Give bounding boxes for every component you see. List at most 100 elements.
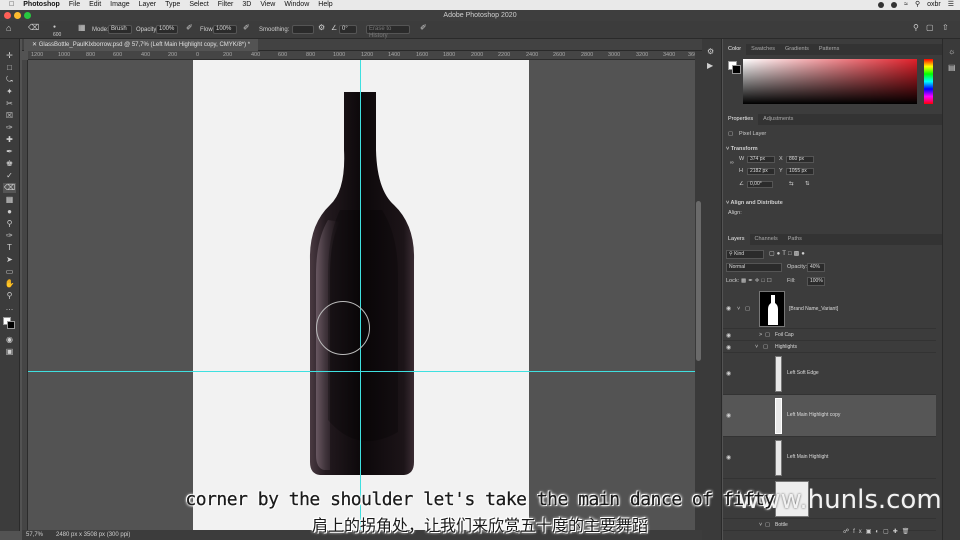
zoom-tool-icon[interactable]: ⚲ — [3, 291, 16, 301]
path-select-tool-icon[interactable]: ➤ — [3, 255, 16, 265]
brush-tool-icon[interactable]: ✒ — [3, 147, 16, 157]
more-tools-icon[interactable]: … — [3, 303, 16, 313]
quick-mask-icon[interactable]: ◉ — [3, 335, 16, 345]
tab-swatches[interactable]: Swatches — [746, 44, 780, 55]
hue-slider[interactable] — [924, 59, 933, 104]
expand-group-icon[interactable]: ˅ — [737, 306, 740, 313]
layer-filter-icons[interactable]: ▢●T□▩● — [769, 251, 807, 258]
eyedropper-tool-icon[interactable]: ✑ — [3, 123, 16, 133]
layer-row[interactable]: ◉ Left Soft Edge — [723, 353, 936, 395]
horizontal-guide[interactable] — [28, 371, 695, 372]
history-brush-tool-icon[interactable]: ✓ — [3, 171, 16, 181]
width-field[interactable]: 374 px — [747, 156, 775, 163]
type-tool-icon[interactable]: T — [3, 243, 16, 253]
y-field[interactable]: 1055 px — [786, 168, 814, 175]
scrollbar-thumb[interactable] — [696, 201, 701, 361]
horizontal-ruler[interactable]: 1200 1000 800 600 400 200 0 200 400 600 … — [28, 51, 695, 60]
layer-opacity-input[interactable]: 40% — [807, 263, 825, 272]
menu-edit[interactable]: Edit — [89, 0, 101, 10]
quick-select-tool-icon[interactable]: ✦ — [3, 87, 16, 97]
menu-help[interactable]: Help — [318, 0, 332, 10]
wifi-icon[interactable]: ≈ — [904, 0, 908, 10]
frame-tool-icon[interactable]: ☒ — [3, 111, 16, 121]
menu-layer[interactable]: Layer — [139, 0, 157, 10]
smoothing-input[interactable] — [292, 25, 314, 34]
dodge-tool-icon[interactable]: ⚲ — [3, 219, 16, 229]
visibility-eye-icon[interactable]: ◉ — [726, 412, 731, 419]
home-icon[interactable]: ⌂ — [6, 24, 11, 33]
smoothing-settings-icon[interactable]: ⚙ — [318, 24, 325, 32]
record-icon[interactable] — [878, 2, 885, 8]
tab-patterns[interactable]: Patterns — [814, 44, 844, 55]
flip-vertical-icon[interactable]: ⇅ — [805, 181, 810, 188]
minimize-window-icon[interactable] — [14, 12, 21, 19]
tab-paths[interactable]: Paths — [783, 234, 807, 245]
brush-settings-icon[interactable]: ▦ — [78, 24, 86, 32]
x-field[interactable]: 860 px — [786, 156, 814, 163]
fill-input[interactable]: 100% — [807, 277, 825, 286]
visibility-eye-icon[interactable]: ◉ — [726, 332, 731, 339]
menu-type[interactable]: Type — [165, 0, 180, 10]
tab-gradients[interactable]: Gradients — [780, 44, 814, 55]
menu-window[interactable]: Window — [284, 0, 309, 10]
menu-select[interactable]: Select — [189, 0, 208, 10]
vertical-guide[interactable] — [360, 60, 361, 530]
flip-horizontal-icon[interactable]: ⇆ — [789, 181, 794, 188]
erase-to-history-checkbox[interactable]: Erase to History — [366, 25, 410, 39]
workspace-icon[interactable]: ▢ — [926, 24, 934, 32]
marquee-tool-icon[interactable]: □ — [3, 63, 16, 73]
layer-row[interactable]: ◉ ˅ ▢ [Brand Name_Variant] — [723, 289, 936, 329]
share-icon[interactable]: ⇧ — [942, 24, 949, 32]
opacity-input[interactable]: 100% — [156, 25, 178, 34]
history-panel-icon[interactable]: ⚙ — [707, 47, 714, 56]
rotation-field[interactable]: 0,00° — [747, 181, 773, 188]
expand-group-icon[interactable]: ˅ — [755, 344, 758, 351]
menu-file[interactable]: File — [69, 0, 80, 10]
menubar-user[interactable]: oxbr — [927, 0, 941, 10]
menu-image[interactable]: Image — [110, 0, 129, 10]
background-color-swatch[interactable] — [7, 321, 15, 329]
visibility-eye-icon[interactable]: ◉ — [726, 370, 731, 377]
eraser-tool-icon[interactable]: ⌫ — [3, 183, 16, 193]
menu-view[interactable]: View — [260, 0, 275, 10]
crop-tool-icon[interactable]: ✂ — [3, 99, 16, 109]
healing-tool-icon[interactable]: ✚ — [3, 135, 16, 145]
canvas-area[interactable] — [28, 60, 695, 530]
layer-row-selected[interactable]: ◉ Left Main Highlight copy — [723, 395, 936, 437]
hand-tool-icon[interactable]: ✋ — [3, 279, 16, 289]
color-picker-field[interactable] — [743, 59, 917, 104]
layer-row[interactable]: ◉ Left Main Highlight — [723, 437, 936, 479]
tab-adjustments[interactable]: Adjustments — [758, 114, 798, 125]
learn-icon[interactable]: ☼ — [948, 47, 955, 56]
stamp-tool-icon[interactable]: ♚ — [3, 159, 16, 169]
layer-filter-kind[interactable]: ⚲ Kind — [726, 250, 764, 259]
angle-icon[interactable]: ∠ — [331, 25, 337, 33]
airbrush-icon[interactable]: ✐ — [243, 24, 250, 32]
shape-tool-icon[interactable]: ▭ — [3, 267, 16, 277]
angle-input[interactable]: 0° — [339, 25, 357, 34]
align-section[interactable]: ˅ Align and Distribute — [726, 200, 783, 207]
creative-cloud-icon[interactable] — [891, 2, 898, 8]
visibility-eye-icon[interactable]: ◉ — [726, 454, 731, 461]
menu-3d[interactable]: 3D — [242, 0, 251, 10]
tab-properties[interactable]: Properties — [723, 114, 759, 125]
lock-icons[interactable]: ▩✒✛□☐ — [741, 278, 774, 285]
actions-panel-icon[interactable]: ▶ — [707, 61, 713, 70]
close-tab-icon[interactable]: ✕ — [32, 42, 39, 48]
libraries-icon[interactable]: ▤ — [948, 63, 956, 72]
lasso-tool-icon[interactable]: ⤿ — [3, 75, 16, 85]
document-tab[interactable]: ✕ GlassBottle_PaulKlxborrow.psd @ 57,7% … — [24, 39, 259, 51]
pen-tool-icon[interactable]: ✑ — [3, 231, 16, 241]
gradient-tool-icon[interactable]: ▦ — [3, 195, 16, 205]
search-icon[interactable]: ⚲ — [915, 0, 920, 10]
menu-filter[interactable]: Filter — [218, 0, 234, 10]
move-tool-icon[interactable]: ✛ — [3, 51, 16, 61]
apple-icon[interactable]:  — [9, 0, 14, 10]
layer-row[interactable]: ◉ ˃ ▢ Foil Cap — [723, 329, 936, 341]
visibility-eye-icon[interactable]: ◉ — [726, 305, 731, 312]
color-bg-swatch[interactable] — [732, 65, 741, 74]
brush-size-preview[interactable]: ● 600 — [53, 23, 61, 39]
layer-row[interactable]: ◉ ˅ ▢ Highlights — [723, 341, 936, 353]
pressure-size-icon[interactable]: ✐ — [420, 24, 427, 32]
blend-mode-select[interactable]: Normal — [726, 263, 782, 272]
